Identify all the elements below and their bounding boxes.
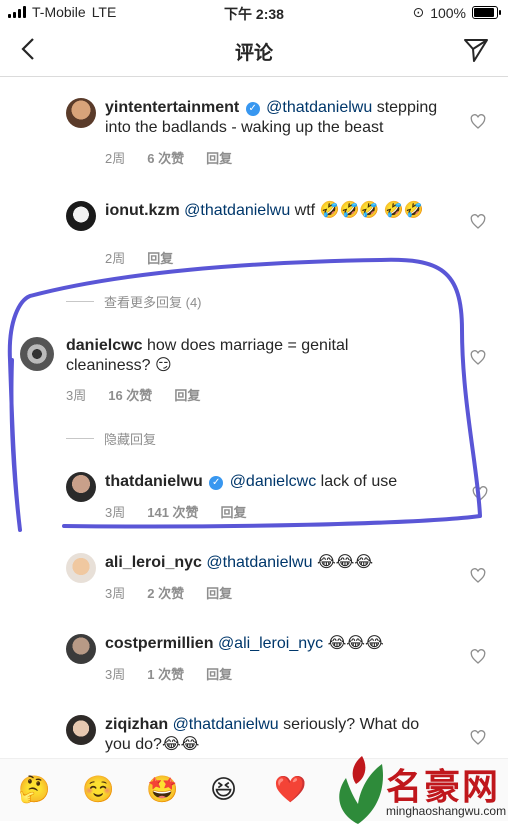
comment-age: 3周 (105, 505, 126, 520)
heart-icon[interactable] (470, 730, 486, 746)
reply-button[interactable]: 回复 (221, 502, 247, 521)
mention-link[interactable]: @thatdanielwu (184, 202, 290, 219)
avatar[interactable] (66, 634, 96, 664)
comment-text: wtf 🤣🤣🤣 🤣🤣 (290, 202, 424, 219)
emoji-button[interactable]: ☺️ (82, 773, 114, 805)
orientation-lock-icon: ⊙ (412, 4, 425, 20)
leaf-logo-icon (339, 756, 383, 824)
reply-button[interactable]: 回复 (206, 148, 232, 167)
comment-age: 2周 (105, 151, 126, 166)
mention-link[interactable]: @thatdanielwu (266, 99, 372, 116)
like-count[interactable]: 141 次赞 (147, 502, 198, 521)
mention-link[interactable]: @danielcwc (230, 473, 317, 490)
reply-button[interactable]: 回复 (206, 664, 232, 683)
verified-badge-icon: ✓ (209, 476, 224, 490)
username[interactable]: ionut.kzm (105, 202, 180, 219)
avatar[interactable] (20, 337, 54, 371)
like-count[interactable]: 6 次赞 (147, 148, 184, 167)
comment-text: 😂😂😂 (312, 554, 374, 571)
watermark-logo: 名豪网 minghaoshangwu.com (326, 750, 508, 829)
heart-icon[interactable] (472, 486, 488, 502)
reply-button[interactable]: 回复 (174, 385, 200, 404)
mention-link[interactable]: @ali_leroi_nyc (218, 635, 323, 652)
page-title: 评论 (234, 43, 273, 64)
heart-icon[interactable] (470, 350, 486, 366)
emoji-button[interactable]: 🤔 (18, 773, 50, 805)
username[interactable]: danielcwc (66, 337, 142, 354)
heart-icon[interactable] (470, 649, 486, 665)
mention-link[interactable]: @thatdanielwu (173, 716, 279, 733)
emoji-button[interactable]: ❤️ (274, 773, 306, 805)
comment-text: 😂😂😂 (323, 635, 384, 652)
avatar[interactable] (66, 553, 96, 583)
verified-badge-icon: ✓ (245, 102, 260, 116)
like-count[interactable]: 1 次赞 (147, 664, 184, 683)
emoji-button[interactable]: 🤩 (146, 773, 178, 805)
view-more-replies[interactable]: 查看更多回复 (4) (66, 292, 202, 311)
battery-percent: 100% (430, 4, 466, 21)
comment-text: lack of use (316, 473, 398, 490)
battery-icon (472, 6, 501, 19)
hide-replies-label: 隐藏回复 (104, 432, 157, 447)
like-count[interactable]: 16 次赞 (108, 385, 152, 404)
send-icon[interactable] (462, 36, 490, 64)
comment-age: 3周 (66, 388, 87, 403)
username[interactable]: costpermillien (105, 635, 213, 652)
comment-age: 2周 (105, 251, 126, 266)
avatar[interactable] (66, 715, 96, 745)
heart-icon[interactable] (470, 214, 486, 230)
like-count[interactable]: 2 次赞 (147, 583, 184, 602)
hide-replies[interactable]: 隐藏回复 (66, 429, 156, 448)
avatar[interactable] (66, 201, 96, 231)
username[interactable]: thatdanielwu (105, 473, 203, 490)
mention-link[interactable]: @thatdanielwu (206, 554, 312, 571)
reply-button[interactable]: 回复 (147, 248, 173, 267)
username[interactable]: yintentertainment (105, 99, 239, 116)
avatar[interactable] (66, 98, 96, 128)
comment-age: 3周 (105, 586, 126, 601)
heart-icon[interactable] (470, 568, 486, 584)
heart-icon[interactable] (470, 114, 486, 130)
username[interactable]: ali_leroi_nyc (105, 554, 202, 571)
nav-bar: 评论 (0, 24, 508, 77)
comment-age: 3周 (105, 667, 126, 682)
watermark-title: 名豪网 (386, 766, 501, 807)
avatar[interactable] (66, 472, 96, 502)
status-bar: T-Mobile LTE 下午 2:38 ⊙ 100% (0, 0, 508, 24)
view-more-label: 查看更多回复 (4) (104, 295, 202, 310)
username[interactable]: ziqizhan (105, 716, 168, 733)
watermark-url: minghaoshangwu.com (386, 804, 507, 818)
reply-button[interactable]: 回复 (206, 583, 232, 602)
emoji-button[interactable]: 😆 (210, 773, 237, 805)
